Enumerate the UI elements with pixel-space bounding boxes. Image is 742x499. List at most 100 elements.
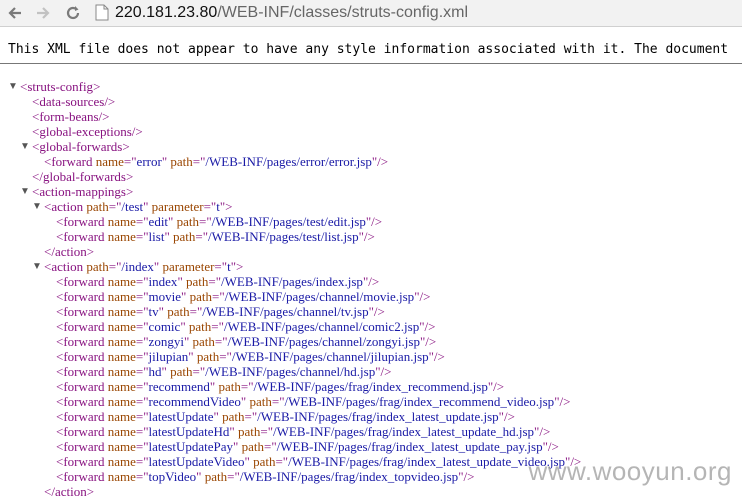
xml-line: ▼ <global-forwards> (20, 139, 581, 154)
xml-tag-name: forward (63, 349, 105, 364)
xml-punct: =" (135, 424, 149, 439)
xml-tag-name: forward (63, 454, 105, 469)
xml-attr-name: name (107, 409, 136, 424)
xml-tag-name: forward (63, 379, 105, 394)
xml-attr-value: hd (148, 364, 162, 379)
xml-punct: =" (263, 439, 277, 454)
xml-punct: =" (135, 409, 149, 424)
xml-punct: " (180, 319, 186, 334)
xml-attr-value: recommendVideo (148, 394, 241, 409)
address-bar[interactable]: 220.181.23.80/WEB-INF/classes/struts-con… (115, 4, 468, 22)
xml-punct: "/> (419, 319, 436, 334)
xml-punct: =" (244, 409, 258, 424)
xml-attr-name: name (107, 304, 136, 319)
xml-attr-value: list (148, 229, 165, 244)
xml-line: </action> (44, 244, 581, 259)
xml-line: <forward name="comic" path="/WEB-INF/pag… (56, 319, 581, 334)
xml-punct: "/> (554, 394, 571, 409)
xml-attr-value: latestUpdatePay (148, 439, 234, 454)
xml-punct: "/> (375, 364, 392, 379)
xml-punct: =" (260, 424, 274, 439)
xml-punct: =" (135, 334, 149, 349)
xml-attr-name: name (107, 289, 136, 304)
xml-punct: =" (108, 259, 122, 274)
xml-tag-name: form-beans (39, 109, 99, 124)
xml-punct: "/> (365, 214, 383, 229)
xml-punct: </ (44, 484, 55, 499)
xml-punct: =" (219, 349, 232, 364)
xml-attr-value: tv (148, 304, 159, 319)
xml-attr-name: path (86, 199, 109, 214)
xml-attr-name: path (204, 469, 228, 484)
xml-punct: =" (135, 274, 149, 289)
xml-attr-name: path (167, 304, 190, 319)
xml-attr-value: latestUpdateHd (148, 424, 230, 439)
collapse-toggle-icon[interactable]: ▼ (32, 259, 42, 274)
xml-attr-name: path (173, 229, 196, 244)
xml-attr-name: path (218, 379, 241, 394)
xml-attr-name: path (192, 334, 215, 349)
collapse-toggle-icon[interactable]: ▼ (20, 184, 30, 199)
xml-punct: =" (135, 214, 149, 229)
xml-punct: "> (219, 199, 233, 214)
xml-attr-value: latestUpdateVideo (148, 454, 245, 469)
xml-attr-name: path (253, 454, 276, 469)
xml-line: <forward name="latestUpdateHd" path="/WE… (56, 424, 581, 439)
xml-attr-name: parameter (151, 199, 204, 214)
xml-attr-value: /WEB-INF/pages/channel/zongyi.jsp (227, 334, 420, 349)
xml-attr-value: /WEB-INF/pages/channel/movie.jsp (224, 289, 415, 304)
xml-punct: > (126, 184, 134, 199)
xml-attr-value: edit (148, 214, 169, 229)
xml-tree: ▼ <struts-config> <data-sources/> <form-bea… (0, 79, 581, 499)
xml-line: <forward name="recommend" path="/WEB-INF… (56, 379, 581, 394)
xml-attr-name: path (222, 409, 245, 424)
collapse-toggle-icon[interactable]: ▼ (8, 79, 18, 94)
xml-punct: =" (135, 379, 149, 394)
xml-punct: " (188, 349, 194, 364)
xml-punct: =" (214, 259, 228, 274)
forward-icon[interactable] (32, 2, 54, 24)
xml-tag-name: forward (63, 304, 105, 319)
xml-punct: =" (192, 154, 206, 169)
xml-punct: =" (135, 349, 149, 364)
xml-punct: =" (199, 214, 212, 229)
back-icon[interactable] (4, 2, 26, 24)
xml-attr-name: name (107, 349, 136, 364)
xml-punct: =" (189, 304, 203, 319)
xml-line: <forward name="error" path="/WEB-INF/pag… (44, 154, 581, 169)
xml-punct: =" (240, 379, 254, 394)
xml-attr-value: /WEB-INF/pages/channel/jilupian.jsp (231, 349, 429, 364)
xml-tag-name: action (51, 199, 84, 214)
xml-punct: > (122, 139, 130, 154)
xml-tag-name: forward (63, 334, 105, 349)
collapse-toggle-icon[interactable]: ▼ (20, 139, 30, 154)
xml-punct: =" (211, 319, 224, 334)
xml-punct: =" (214, 334, 228, 349)
xml-tag-name: forward (63, 214, 105, 229)
xml-tag-name: forward (63, 439, 105, 454)
xml-attr-name: path (186, 274, 209, 289)
xml-punct: "> (230, 259, 244, 274)
xml-attr-value: /index (121, 259, 154, 274)
xml-punct: "/> (414, 289, 431, 304)
xml-attr-name: path (241, 439, 264, 454)
xml-attr-name: name (95, 154, 124, 169)
xml-attr-name: name (107, 439, 136, 454)
xml-attr-name: name (107, 319, 136, 334)
reload-icon[interactable] (62, 2, 84, 24)
xml-attr-name: name (107, 364, 136, 379)
xml-tag-name: action-mappings (39, 184, 126, 199)
collapse-toggle-icon[interactable]: ▼ (32, 199, 42, 214)
xml-line: </action> (44, 484, 581, 499)
xml-attr-name: name (107, 214, 136, 229)
xml-attr-name: name (107, 394, 136, 409)
xml-line: <forward name="zongyi" path="/WEB-INF/pa… (56, 334, 581, 349)
xml-tag-name: global-exceptions (39, 124, 132, 139)
xml-punct: =" (123, 154, 137, 169)
xml-line: <forward name="list" path="/WEB-INF/page… (56, 229, 581, 244)
xml-punct: =" (135, 394, 149, 409)
xml-punct: </ (32, 169, 43, 184)
xml-attr-value: /WEB-INF/pages/frag/index_recommend.jsp (253, 379, 488, 394)
xml-tag-name: forward (63, 319, 105, 334)
xml-punct: =" (135, 319, 149, 334)
